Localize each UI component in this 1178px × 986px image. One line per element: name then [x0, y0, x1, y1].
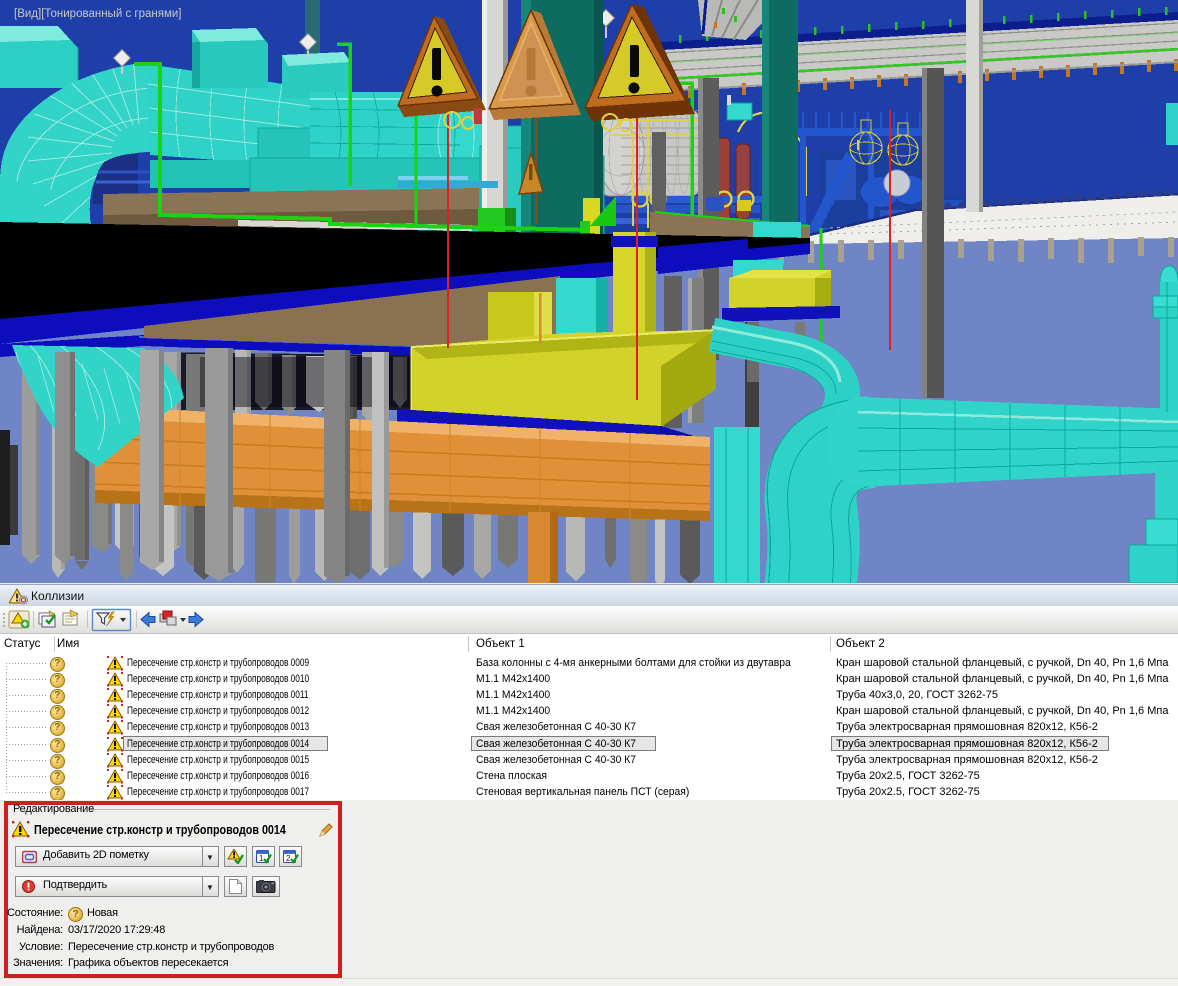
- svg-text:2: 2: [286, 854, 291, 863]
- svg-text:1: 1: [259, 854, 264, 863]
